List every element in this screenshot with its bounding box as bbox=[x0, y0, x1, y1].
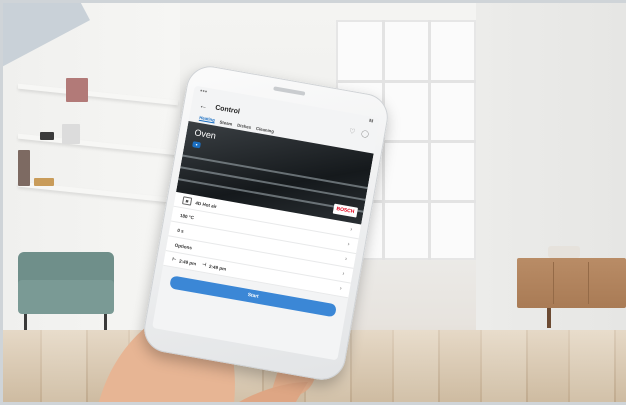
shelf-object bbox=[40, 132, 54, 140]
app-title: Control bbox=[214, 103, 241, 116]
bell-icon[interactable]: ◯ bbox=[361, 129, 370, 138]
chevron-right-icon: › bbox=[344, 256, 348, 263]
shelf-frame bbox=[62, 124, 80, 144]
shelf-book bbox=[66, 78, 88, 102]
chevron-right-icon: › bbox=[341, 271, 345, 278]
clock-icon: ⊢ bbox=[171, 256, 177, 262]
radio bbox=[548, 246, 580, 258]
status-badge: ● bbox=[192, 141, 202, 149]
clock-icon: ⊣ bbox=[201, 261, 207, 268]
shelf-object bbox=[34, 178, 54, 186]
start-time: 2:49 pm bbox=[178, 258, 197, 266]
tab-heating[interactable]: Heating bbox=[198, 114, 216, 124]
room-scene: ●●● ▮▮ ← Control ♡ ◯ Heating Steam Dishes… bbox=[0, 0, 626, 405]
brand-logo: BOSCH bbox=[332, 203, 359, 218]
tab-cleaning[interactable]: Cleaning bbox=[256, 125, 275, 133]
oven-mode-icon: ▣ bbox=[182, 196, 193, 206]
chevron-right-icon: › bbox=[349, 226, 353, 234]
sideboard bbox=[517, 258, 626, 328]
oven-label: Oven bbox=[193, 127, 217, 141]
heart-icon[interactable]: ♡ bbox=[348, 127, 356, 136]
chevron-right-icon: › bbox=[346, 241, 350, 248]
back-arrow-icon[interactable]: ← bbox=[199, 100, 208, 110]
end-time: 2:49 pm bbox=[208, 263, 227, 272]
chevron-right-icon: › bbox=[339, 285, 343, 293]
tab-steam[interactable]: Steam bbox=[219, 119, 233, 126]
tab-dishes[interactable]: Dishes bbox=[237, 122, 252, 129]
shelf-book bbox=[18, 150, 30, 186]
